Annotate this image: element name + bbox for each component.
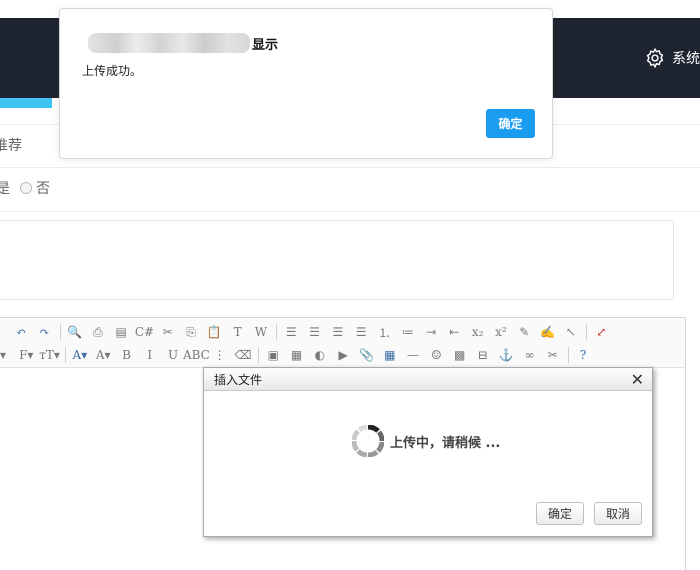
quick-format-icon[interactable]: ✍ (538, 322, 558, 342)
align-left-icon[interactable]: ☰ (281, 322, 301, 342)
divider (0, 211, 700, 212)
bold-icon[interactable]: B (116, 345, 136, 365)
recommend-radio-group: 是 否 (0, 178, 50, 198)
close-icon[interactable]: ✕ (631, 370, 644, 389)
link-icon[interactable]: ∞ (520, 345, 540, 365)
system-menu[interactable]: 系统 (644, 44, 700, 72)
superscript-icon[interactable]: x² (491, 322, 511, 342)
table-icon[interactable]: ▦ (380, 345, 400, 365)
toolbar-separator (586, 324, 588, 340)
preview-icon[interactable]: 🔍 (65, 322, 85, 342)
redacted-name (88, 33, 250, 53)
insert-file-icon[interactable]: 📎 (356, 345, 376, 365)
insert-file-dialog-title: 插入文件 (214, 372, 263, 387)
insert-file-dialog: 插入文件 ✕ 上传中，请稍候 ... 确定 取消 (203, 367, 653, 537)
page: 系统 推荐 是 否 ↶ ↷ 🔍 ⎙ ▤ C# ✂ ⎘ 📋 T W ☰ ☰ ☰ ☰ ⒈ ≔ ⇥ ⇤ x₂ x² ✎ ✍ ↖ ⤢ ▾… (0, 0, 700, 570)
line-height-icon[interactable]: ⋮ (210, 345, 230, 365)
image-icon[interactable]: ▣ (263, 345, 283, 365)
align-justify-icon[interactable]: ☰ (351, 322, 371, 342)
anchor-icon[interactable]: ⚓ (496, 345, 516, 365)
italic-icon[interactable]: I (140, 345, 160, 365)
ordered-list-icon[interactable]: ⒈ (374, 322, 394, 342)
indent-icon[interactable]: ⇥ (421, 322, 441, 342)
fullscreen-icon[interactable]: ⤢ (591, 322, 611, 342)
insert-cancel-button[interactable]: 取消 (594, 502, 642, 525)
select-all-icon[interactable]: ↖ (561, 322, 581, 342)
insert-file-dialog-titlebar[interactable]: 插入文件 ✕ (204, 368, 652, 391)
toolbar-separator (59, 324, 61, 340)
highlight-color-icon[interactable]: A▾ (93, 345, 113, 365)
toolbar-row-2: ▾ F▾ тT▾ A▾ A▾ B I U ABC ⋮ ⌫ ▣ ▦ ◐ ▶ 📎 ▦ — ☺ ▩ ⊟ ⚓ ∞ ✂? (0, 344, 596, 366)
clear-format-icon[interactable]: ✎ (514, 322, 534, 342)
summary-textarea[interactable] (0, 220, 674, 300)
unordered-list-icon[interactable]: ≔ (398, 322, 418, 342)
subscript-icon[interactable]: x₂ (468, 322, 488, 342)
emoticon-icon[interactable]: ☺ (426, 345, 446, 365)
paste-text-icon[interactable]: T (228, 322, 248, 342)
alert-ok-button[interactable]: 确定 (486, 109, 535, 138)
radio-no-label[interactable]: 否 (36, 178, 50, 198)
cut-icon[interactable]: ✂ (158, 322, 178, 342)
font-family-icon[interactable]: F▾ (16, 345, 36, 365)
insert-ok-button[interactable]: 确定 (536, 502, 584, 525)
toolbar-separator (258, 347, 260, 363)
alert-message: 上传成功。 (82, 64, 143, 78)
font-color-icon[interactable]: A▾ (70, 345, 90, 365)
toolbar-separator (568, 347, 570, 363)
print-icon[interactable]: ⎙ (88, 322, 108, 342)
help-icon[interactable]: ? (573, 345, 593, 365)
horizontal-rule-icon[interactable]: — (403, 345, 423, 365)
system-menu-label: 系统 (672, 51, 700, 67)
page-break-icon[interactable]: ⊟ (473, 345, 493, 365)
recommend-label: 推荐 (0, 138, 22, 154)
paste-icon[interactable]: 📋 (204, 322, 224, 342)
toolbar-separator (64, 347, 66, 363)
insert-file-dialog-body: 上传中，请稍候 ... (204, 392, 652, 502)
flash-icon[interactable]: ◐ (310, 345, 330, 365)
primary-button-edge[interactable] (0, 98, 52, 108)
undo-icon[interactable]: ↶ (11, 322, 31, 342)
loading-spinner-icon (352, 425, 384, 457)
upload-success-alert: 显示 上传成功。 确定 (59, 8, 553, 159)
baidu-map-icon[interactable]: ▩ (450, 345, 470, 365)
unlink-icon[interactable]: ✂ (543, 345, 563, 365)
alert-title: 显示 (88, 33, 279, 53)
toolbar-separator (276, 324, 278, 340)
upload-status-text: 上传中，请稍候 ... (390, 436, 501, 451)
strikethrough-icon[interactable]: ABC (183, 345, 210, 365)
code-icon[interactable]: C# (134, 322, 154, 342)
font-size-icon[interactable]: тT▾ (39, 345, 60, 365)
paste-word-icon[interactable]: W (251, 322, 271, 342)
remove-format-icon[interactable]: ⌫ (233, 345, 253, 365)
underline-icon[interactable]: U (163, 345, 183, 365)
gear-icon (646, 47, 664, 69)
editor-toolbar: ↶ ↷ 🔍 ⎙ ▤ C# ✂ ⎘ 📋 T W ☰ ☰ ☰ ☰ ⒈ ≔ ⇥ ⇤ x₂ x² ✎ ✍ ↖ ⤢ ▾ F▾ тT▾ A▾ A▾ B… (0, 318, 685, 368)
align-center-icon[interactable]: ☰ (305, 322, 325, 342)
radio-yes-label[interactable]: 是 (0, 178, 10, 198)
divider (0, 167, 700, 168)
radio-no[interactable] (20, 182, 32, 194)
template-icon[interactable]: ▤ (111, 322, 131, 342)
redo-icon[interactable]: ↷ (34, 322, 54, 342)
align-right-icon[interactable]: ☰ (328, 322, 348, 342)
toolbar-row-1: ↶ ↷ 🔍 ⎙ ▤ C# ✂ ⎘ 📋 T W ☰ ☰ ☰ ☰ ⒈ ≔ ⇥ ⇤ x₂ x² ✎ ✍ ↖ ⤢ (11, 321, 614, 343)
media-icon[interactable]: ▶ (333, 345, 353, 365)
alert-title-suffix: 显示 (252, 37, 279, 53)
copy-icon[interactable]: ⎘ (181, 322, 201, 342)
multi-image-icon[interactable]: ▦ (287, 345, 307, 365)
format-block-icon[interactable]: ▾ (0, 345, 13, 365)
outdent-icon[interactable]: ⇤ (444, 322, 464, 342)
